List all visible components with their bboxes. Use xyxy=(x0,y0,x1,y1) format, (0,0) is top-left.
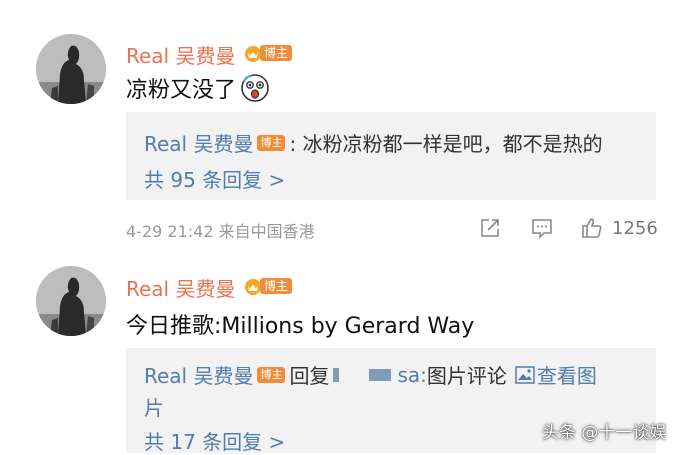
redacted-mention xyxy=(369,368,392,381)
reply-badge: 博主 xyxy=(257,134,286,151)
username[interactable]: Real 吴费曼 xyxy=(126,40,235,69)
comment-text-body: 凉粉又没了 xyxy=(126,78,237,103)
author-badge: 博主 xyxy=(244,44,293,62)
like-button[interactable]: 1256 xyxy=(580,214,658,242)
comment-item: Real 吴费曼 博主 凉粉又没了 Real 吴费曼 博主 : 冰粉凉粉都一样是… xyxy=(0,0,681,252)
avatar[interactable] xyxy=(36,34,106,104)
view-replies-link[interactable]: 共 17 条回复 > xyxy=(144,426,285,455)
image-icon xyxy=(515,365,535,384)
reply-badge: 博主 xyxy=(257,366,286,383)
avatar[interactable] xyxy=(36,266,106,336)
author-badge: 博主 xyxy=(244,277,293,295)
author-badge-label: 博主 xyxy=(260,45,293,61)
reply-username[interactable]: Real 吴费曼 xyxy=(144,360,253,389)
view-image-link[interactable]: 查看图 xyxy=(537,360,597,389)
view-replies-link[interactable]: 共 95 条回复 > xyxy=(144,164,285,193)
comment-text: 今日推歌:Millions by Gerard Way xyxy=(126,308,474,340)
reply-preview[interactable]: Real 吴费曼 博主 : 冰粉凉粉都一样是吧，都不是热的 共 95 条回复 > xyxy=(126,112,656,200)
author-badge-label: 博主 xyxy=(260,278,293,294)
mention-tail[interactable]: sa: xyxy=(397,363,426,387)
reply-username[interactable]: Real 吴费曼 xyxy=(144,128,253,157)
reply-text: 图片评论 xyxy=(426,364,507,388)
comment-button[interactable] xyxy=(530,214,554,242)
watermark: 头条 @十一谈娱 xyxy=(542,423,667,443)
view-image-link-cont[interactable]: 片 xyxy=(144,392,164,421)
redacted-mention xyxy=(333,367,340,382)
username[interactable]: Real 吴费曼 xyxy=(126,273,235,302)
share-button[interactable] xyxy=(478,214,502,242)
comment-icon xyxy=(532,219,552,239)
shocked-face-icon xyxy=(241,74,269,102)
like-count: 1256 xyxy=(612,217,658,239)
reply-line: Real 吴费曼 博主 : 冰粉凉粉都一样是吧，都不是热的 xyxy=(144,128,603,157)
reply-text: : 冰粉凉粉都一样是吧，都不是热的 xyxy=(289,132,603,156)
share-icon xyxy=(481,219,499,237)
comment-text-body: 今日推歌:Millions by Gerard Way xyxy=(126,314,475,339)
reply-prefix: 回复 xyxy=(289,364,330,388)
comment-meta: 4-29 21:42 来自中国香港 xyxy=(126,222,315,241)
reply-line: Real 吴费曼 博主 回复 sa: 图片评论 查看图 xyxy=(144,360,597,389)
comment-text: 凉粉又没了 xyxy=(126,72,270,104)
thumbs-up-icon xyxy=(582,218,602,238)
